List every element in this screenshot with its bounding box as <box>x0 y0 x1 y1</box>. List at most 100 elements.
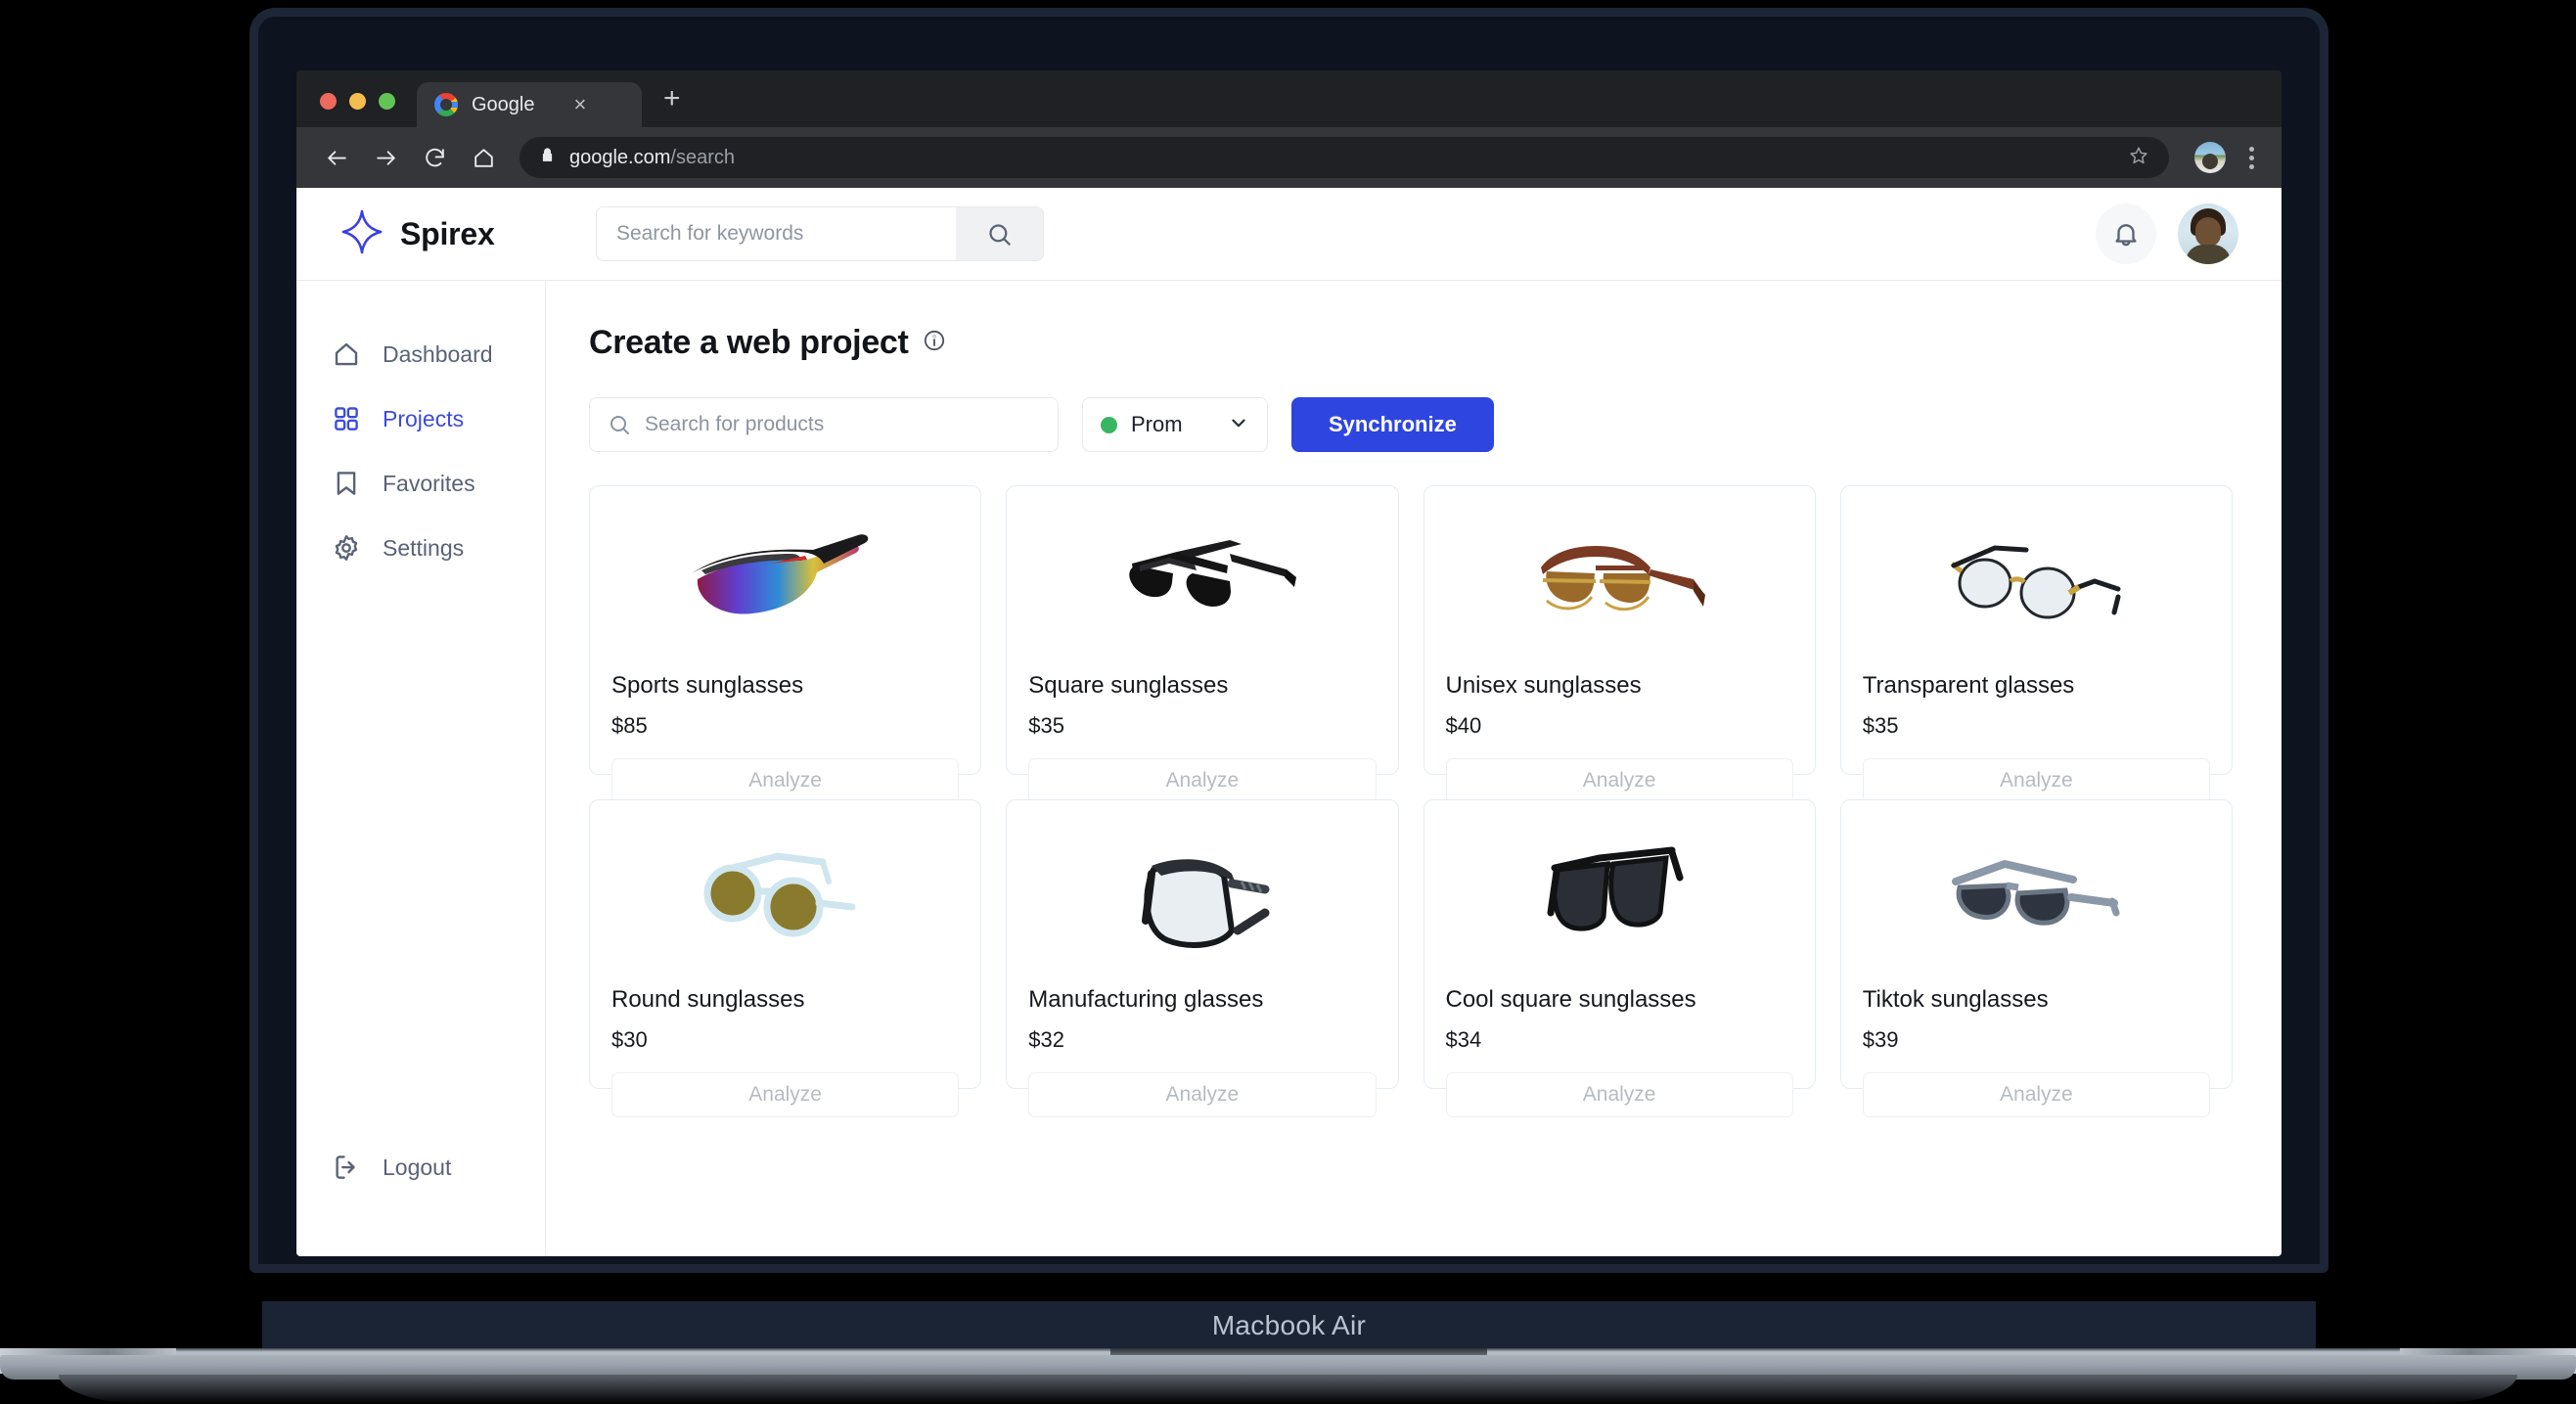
google-icon <box>434 93 458 116</box>
product-grid: Sports sunglasses $85 Analyze Square sungla… <box>589 485 2233 1117</box>
tab-title: Google <box>472 93 535 115</box>
sidebar-item-projects[interactable]: Projects <box>296 386 545 451</box>
synchronize-button[interactable]: Synchronize <box>1291 397 1494 452</box>
address-bar-url: google.com/search <box>569 146 735 168</box>
analyze-button[interactable]: Analyze <box>1445 758 1793 803</box>
avatar[interactable] <box>2178 204 2238 264</box>
product-name: Round sunglasses <box>611 986 805 1013</box>
store-select-value: Prom <box>1131 412 1183 436</box>
product-name: Sports sunglasses <box>611 672 804 699</box>
unisex-sunglasses-image <box>1446 508 1793 655</box>
home-icon[interactable] <box>461 135 506 180</box>
sidebar-item-settings[interactable]: Settings <box>296 516 545 580</box>
brand[interactable]: Spirex <box>339 209 547 259</box>
web-page: Spirex Search for keywords Dashboard Pro… <box>296 188 2282 1256</box>
page-title: Create a web project <box>589 324 909 361</box>
laptop-base-shadow <box>59 1375 2517 1404</box>
product-price: $40 <box>1445 713 1482 738</box>
header-search <box>596 206 1044 261</box>
sidebar-item-label: Settings <box>383 534 465 561</box>
product-search-input[interactable] <box>645 413 1040 436</box>
minimize-window-button[interactable] <box>349 93 366 110</box>
product-price: $30 <box>611 1027 648 1052</box>
round-sunglasses-image <box>611 822 959 969</box>
analyze-button[interactable]: Analyze <box>1862 758 2210 803</box>
product-price: $85 <box>611 713 648 738</box>
store-select[interactable]: Prom <box>1082 397 1268 452</box>
product-name: Cool square sunglasses <box>1445 986 1696 1013</box>
close-icon[interactable]: × <box>574 94 587 115</box>
transparent-glasses-image <box>1863 508 2210 655</box>
product-price: $34 <box>1445 1027 1482 1052</box>
app-header: Spirex <box>296 188 2282 281</box>
sidebar-item-label: Logout <box>383 1154 452 1180</box>
search-input[interactable] <box>596 206 956 261</box>
sidebar-item-label: Projects <box>383 405 465 431</box>
search-button[interactable] <box>956 206 1044 261</box>
laptop-hinge-bar: Macbook Air <box>262 1301 2316 1349</box>
product-name: Tiktok sunglasses <box>1862 986 2049 1013</box>
sidebar-item-dashboard[interactable]: Dashboard <box>296 322 545 386</box>
sidebar: Dashboard Projects Favorites Settings Lo… <box>296 281 546 1256</box>
lock-icon <box>539 147 556 168</box>
cool-square-sunglasses-image <box>1446 822 1793 969</box>
product-price: $35 <box>1028 713 1064 738</box>
chrome-menu-icon[interactable] <box>2239 146 2264 169</box>
sparkle-star-icon <box>339 209 384 259</box>
sidebar-item-logout[interactable]: Logout <box>296 1135 545 1200</box>
product-name: Manufacturing glasses <box>1028 986 1264 1013</box>
new-tab-button[interactable]: + <box>663 84 681 127</box>
browser-tab[interactable]: Google × <box>417 82 642 127</box>
home-icon <box>335 342 358 366</box>
product-price: $39 <box>1862 1027 1899 1052</box>
product-search[interactable] <box>589 397 1059 452</box>
sports-sunglasses-image <box>611 508 959 655</box>
product-card[interactable]: Round sunglasses $30 Analyze <box>589 799 982 1117</box>
product-name: Transparent glasses <box>1862 672 2075 699</box>
device-model-label: Macbook Air <box>1211 1310 1367 1340</box>
sidebar-item-label: Dashboard <box>383 340 493 367</box>
sidebar-item-favorites[interactable]: Favorites <box>296 451 545 516</box>
manufacturing-glasses-image <box>1028 822 1376 969</box>
address-bar[interactable]: google.com/search <box>520 137 2169 178</box>
search-icon <box>610 416 629 434</box>
browser-tabstrip: Google × + <box>296 70 2282 127</box>
tiktok-sunglasses-image <box>1863 822 2210 969</box>
chrome-profile-avatar[interactable] <box>2194 142 2226 173</box>
laptop-screen: Google × + google.com/search Spirex Sear… <box>296 70 2282 1256</box>
square-sunglasses-image <box>1028 508 1376 655</box>
product-card[interactable]: Cool square sunglasses $34 Analyze <box>1423 799 1816 1117</box>
product-card[interactable]: Manufacturing glasses $32 Analyze <box>1006 799 1399 1117</box>
status-badge <box>1101 416 1117 433</box>
maximize-window-button[interactable] <box>379 93 395 110</box>
star-icon[interactable] <box>2128 145 2149 171</box>
forward-icon[interactable] <box>363 135 408 180</box>
logout-icon <box>336 1155 355 1179</box>
analyze-button[interactable]: Analyze <box>611 758 960 803</box>
analyze-button[interactable]: Analyze <box>1028 1072 1377 1117</box>
brand-name: Spirex <box>400 215 495 251</box>
back-icon[interactable] <box>314 135 359 180</box>
analyze-button[interactable]: Analyze <box>611 1072 960 1117</box>
info-circle-icon[interactable] <box>923 329 946 357</box>
window-traffic-lights <box>312 93 417 127</box>
product-card[interactable]: Sports sunglasses $85 Analyze <box>589 485 982 803</box>
product-card[interactable]: Square sunglasses $35 Analyze <box>1006 485 1399 803</box>
product-price: $32 <box>1028 1027 1064 1052</box>
laptop-scene: Google × + google.com/search Spirex Sear… <box>0 0 2576 1404</box>
product-card[interactable]: Transparent glasses $35 Analyze <box>1839 485 2233 803</box>
reload-icon[interactable] <box>412 135 457 180</box>
analyze-button[interactable]: Analyze <box>1028 758 1377 803</box>
page-title-row: Create a web project <box>589 324 2233 362</box>
page-body: Dashboard Projects Favorites Settings Lo… <box>296 281 2282 1256</box>
bookmark-icon <box>337 472 356 495</box>
analyze-button[interactable]: Analyze <box>1862 1072 2210 1117</box>
bell-icon[interactable] <box>2096 204 2156 264</box>
product-card[interactable]: Tiktok sunglasses $39 Analyze <box>1839 799 2233 1117</box>
analyze-button[interactable]: Analyze <box>1445 1072 1793 1117</box>
product-card[interactable]: Unisex sunglasses $40 Analyze <box>1423 485 1816 803</box>
product-price: $35 <box>1862 713 1899 738</box>
sidebar-item-label: Favorites <box>383 470 475 496</box>
close-window-button[interactable] <box>320 93 337 110</box>
chevron-down-icon <box>1228 412 1249 438</box>
